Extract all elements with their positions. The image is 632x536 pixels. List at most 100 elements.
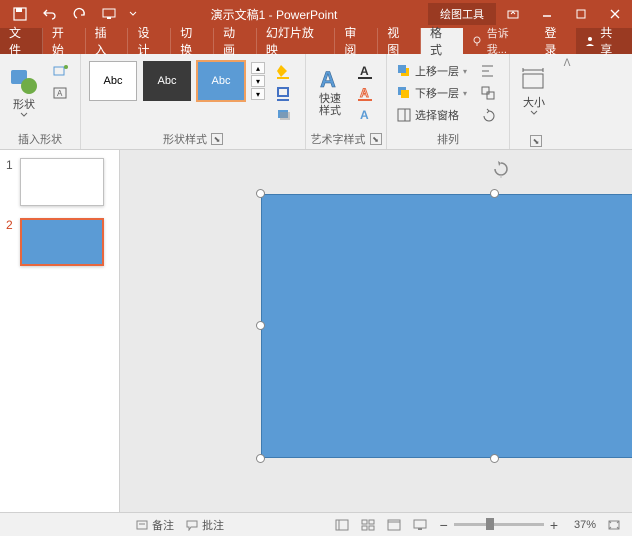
group-label-insert-shapes: 插入形状 xyxy=(4,129,76,149)
notes-button[interactable]: 备注 xyxy=(136,517,174,533)
signin-link[interactable]: 登录 xyxy=(537,28,577,54)
thumbnail-row: 2 xyxy=(6,218,113,266)
gallery-up-button[interactable]: ▴ xyxy=(251,62,265,74)
zoom-in-button[interactable]: + xyxy=(550,517,558,533)
shapes-button[interactable]: 形状 xyxy=(4,57,44,125)
slideshow-view-button[interactable] xyxy=(408,515,432,535)
text-box-button[interactable]: A xyxy=(46,83,74,103)
shape-outline-button[interactable] xyxy=(271,83,299,103)
group-button[interactable] xyxy=(475,83,503,103)
svg-text:A: A xyxy=(57,89,63,98)
view-buttons xyxy=(330,515,432,535)
edit-shape-button[interactable] xyxy=(46,61,74,81)
contextual-tab-label: 绘图工具 xyxy=(428,3,496,25)
tell-me-search[interactable]: 告诉我... xyxy=(463,28,537,54)
start-from-beginning-button[interactable] xyxy=(96,2,124,26)
selected-shape[interactable] xyxy=(261,194,632,458)
tab-home[interactable]: 开始 xyxy=(43,28,86,54)
send-backward-button[interactable]: 下移一层▾ xyxy=(393,83,471,103)
rectangle-shape[interactable] xyxy=(261,194,632,458)
wordart-icon: A xyxy=(316,65,344,93)
rotate-button[interactable] xyxy=(475,105,503,125)
tab-animations[interactable]: 动画 xyxy=(214,28,257,54)
slide-canvas[interactable] xyxy=(120,150,632,512)
shapes-icon xyxy=(9,66,39,96)
wordart-dialog-launcher[interactable]: ⬊ xyxy=(370,133,382,145)
quick-access-toolbar xyxy=(0,2,140,26)
zoom-slider-thumb[interactable] xyxy=(486,518,494,530)
workspace: 1 2 xyxy=(0,150,632,512)
zoom-slider[interactable] xyxy=(454,523,544,526)
gallery-more-button[interactable]: ▾ xyxy=(251,88,265,100)
group-wordart-styles: A 快速 样式 A A A 艺术字样式 ⬊ xyxy=(306,54,387,149)
tab-view[interactable]: 视图 xyxy=(378,28,421,54)
maximize-button[interactable] xyxy=(564,0,598,28)
share-button[interactable]: 共享 xyxy=(576,28,632,54)
group-label-wordart: 艺术字样式 xyxy=(311,131,366,147)
align-button[interactable] xyxy=(475,61,503,81)
quick-styles-button[interactable]: A 快速 样式 xyxy=(310,57,350,125)
resize-handle-top-middle[interactable] xyxy=(490,189,499,198)
resize-handle-top-left[interactable] xyxy=(256,189,265,198)
text-outline-button[interactable]: A xyxy=(352,83,380,103)
comments-button[interactable]: 批注 xyxy=(186,517,224,533)
rotate-handle-icon[interactable] xyxy=(492,160,510,178)
save-button[interactable] xyxy=(6,2,34,26)
undo-button[interactable] xyxy=(36,2,64,26)
slide-thumbnail-2-selected[interactable] xyxy=(20,218,104,266)
tab-review[interactable]: 审阅 xyxy=(335,28,378,54)
redo-button[interactable] xyxy=(66,2,94,26)
slide-thumbnail-1[interactable] xyxy=(20,158,104,206)
zoom-out-button[interactable]: − xyxy=(440,517,448,533)
svg-text:A: A xyxy=(360,64,369,78)
style-item-2[interactable]: Abc xyxy=(143,61,191,101)
resize-handle-bottom-middle[interactable] xyxy=(490,454,499,463)
size-icon xyxy=(521,68,547,94)
svg-text:A: A xyxy=(360,86,369,100)
text-fill-button[interactable]: A xyxy=(352,61,380,81)
tab-file[interactable]: 文件 xyxy=(0,28,43,54)
slide-number: 2 xyxy=(6,218,16,266)
tab-design[interactable]: 设计 xyxy=(128,28,171,54)
group-arrange: 上移一层▾ 下移一层▾ 选择窗格 排列 xyxy=(387,54,510,149)
zoom-level-label[interactable]: 37% xyxy=(564,519,596,531)
thumbnail-shape-preview xyxy=(22,220,102,264)
resize-handle-bottom-left[interactable] xyxy=(256,454,265,463)
slide-number: 1 xyxy=(6,158,16,206)
selection-pane-icon xyxy=(397,108,411,122)
style-item-1[interactable]: Abc xyxy=(89,61,137,101)
normal-view-button[interactable] xyxy=(330,515,354,535)
reading-view-button[interactable] xyxy=(382,515,406,535)
group-shape-styles: Abc Abc Abc ▴ ▾ ▾ 形状样式 ⬊ xyxy=(81,54,306,149)
shape-styles-dialog-launcher[interactable]: ⬊ xyxy=(211,133,223,145)
qat-dropdown[interactable] xyxy=(126,2,140,26)
tab-insert[interactable]: 插入 xyxy=(86,28,129,54)
tab-transitions[interactable]: 切换 xyxy=(171,28,214,54)
bring-forward-button[interactable]: 上移一层▾ xyxy=(393,61,471,81)
shape-fill-button[interactable] xyxy=(271,61,299,81)
window-title: 演示文稿1 - PowerPoint xyxy=(140,6,428,23)
style-item-3-selected[interactable]: Abc xyxy=(197,61,245,101)
shape-effects-button[interactable] xyxy=(271,105,299,125)
group-label-arrange: 排列 xyxy=(391,129,505,149)
comments-icon xyxy=(186,519,198,531)
tab-slideshow[interactable]: 幻灯片放映 xyxy=(257,28,336,54)
selection-pane-button[interactable]: 选择窗格 xyxy=(393,105,471,125)
gallery-down-button[interactable]: ▾ xyxy=(251,75,265,87)
resize-handle-middle-left[interactable] xyxy=(256,321,265,330)
thumbnail-row: 1 xyxy=(6,158,113,206)
group-label-shape-styles: 形状样式 xyxy=(163,131,207,147)
text-effects-button[interactable]: A xyxy=(352,105,380,125)
slide-sorter-view-button[interactable] xyxy=(356,515,380,535)
size-dialog-launcher[interactable]: ⬊ xyxy=(530,135,542,147)
fit-to-window-button[interactable] xyxy=(602,515,626,535)
lightbulb-icon xyxy=(471,35,483,47)
tab-format[interactable]: 格式 xyxy=(421,28,463,54)
send-backward-icon xyxy=(397,86,411,100)
shape-style-gallery: Abc Abc Abc ▴ ▾ ▾ xyxy=(85,57,269,105)
collapse-ribbon-button[interactable]: ᐱ xyxy=(564,58,571,69)
zoom-controls: − + 37% xyxy=(440,515,626,535)
size-button[interactable]: 大小 xyxy=(514,57,554,125)
ribbon-options-button[interactable] xyxy=(496,0,530,28)
group-insert-shapes: 形状 A 插入形状 xyxy=(0,54,81,149)
